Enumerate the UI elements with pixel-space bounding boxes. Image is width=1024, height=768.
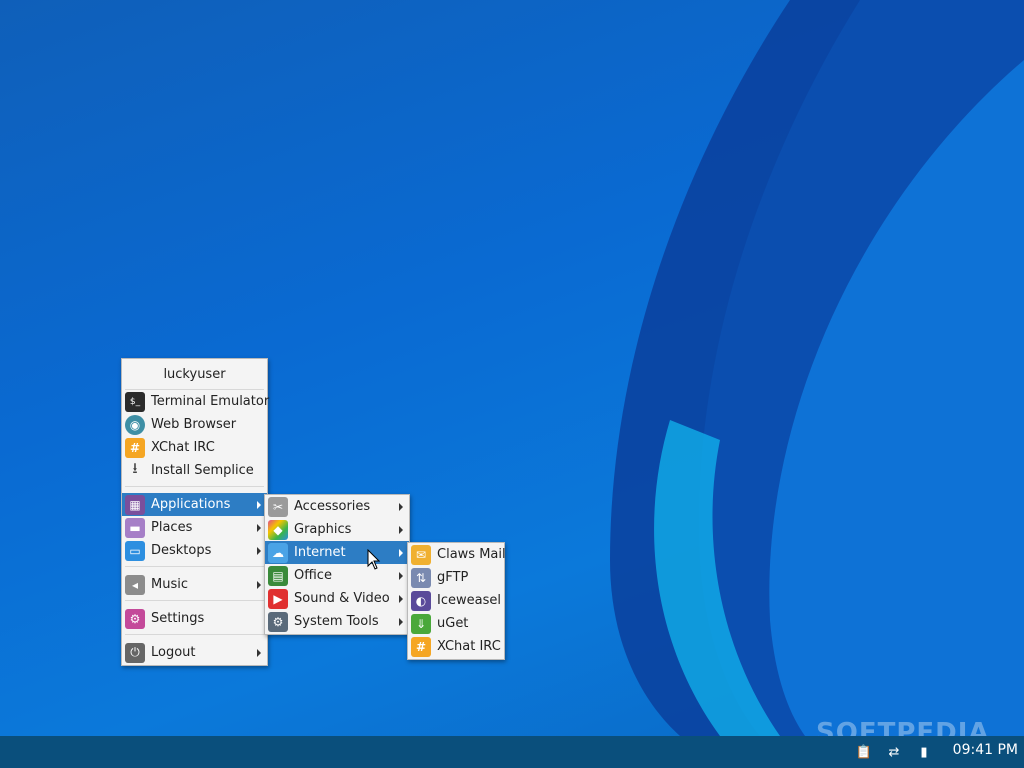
menu-item-internet[interactable]: ☁ Internet [265, 541, 409, 564]
submenu-arrow-icon [257, 580, 261, 589]
menu-item-label: Internet [294, 545, 346, 560]
menu-item-xchat-irc[interactable]: # XChat IRC [122, 436, 267, 459]
menu-item-applications[interactable]: ▦ Applications [122, 493, 267, 516]
xchat-icon: # [411, 636, 431, 657]
menu-item-accessories[interactable]: ✂ Accessories [265, 495, 409, 518]
office-icon: ▤ [268, 565, 288, 586]
menu-item-system-tools[interactable]: ⚙ System Tools [265, 610, 409, 633]
menu-item-label: Install Semplice [151, 463, 254, 478]
menu-item-label: Graphics [294, 522, 352, 537]
menu-item-label: uGet [437, 616, 469, 631]
menu-item-music[interactable]: ◂ Music [122, 573, 267, 596]
submenu-arrow-icon [399, 594, 403, 603]
menu-separator [125, 634, 264, 635]
menu-item-terminal-emulator[interactable]: $_ Terminal Emulator [122, 390, 270, 413]
claws-mail-icon: ✉ [411, 544, 431, 565]
internet-submenu: ✉ Claws Mail ⇅ gFTP ◐ Iceweasel ⇓ uGet #… [407, 542, 506, 660]
install-icon: ⭳ [132, 459, 138, 477]
terminal-icon: $_ [125, 391, 145, 412]
menu-item-label: gFTP [437, 570, 469, 585]
menu-item-iceweasel[interactable]: ◐ Iceweasel [408, 589, 504, 612]
submenu-arrow-icon [257, 648, 261, 657]
submenu-arrow-icon [257, 546, 261, 555]
menu-item-claws-mail[interactable]: ✉ Claws Mail [408, 543, 506, 566]
uget-icon: ⇓ [411, 613, 431, 634]
menu-item-settings[interactable]: ⚙ Settings [122, 607, 267, 630]
submenu-arrow-icon [399, 548, 403, 557]
places-icon: ▬ [125, 517, 145, 538]
network-icon[interactable]: ⇄ [885, 743, 903, 761]
menu-item-desktops[interactable]: ▭ Desktops [122, 539, 267, 562]
submenu-arrow-icon [399, 617, 403, 626]
menu-item-install-semplice[interactable]: ⭳ Install Semplice [122, 459, 267, 482]
internet-icon: ☁ [268, 542, 288, 563]
menu-item-xchat-irc-internet[interactable]: # XChat IRC [408, 635, 504, 658]
settings-icon: ⚙ [125, 608, 145, 629]
applications-icon: ▦ [125, 494, 145, 515]
menu-item-label: Terminal Emulator [151, 394, 270, 409]
taskbar-panel: 📋 ⇄ ▮ 09:41 PM [0, 736, 1024, 768]
iceweasel-icon: ◐ [411, 590, 431, 611]
main-menu: luckyuser $_ Terminal Emulator ◉ Web Bro… [121, 358, 270, 666]
submenu-arrow-icon [257, 500, 261, 509]
menu-item-label: Applications [151, 497, 231, 512]
menu-username: luckyuser [163, 366, 226, 382]
submenu-arrow-icon [399, 571, 403, 580]
menu-item-graphics[interactable]: ◆ Graphics [265, 518, 409, 541]
menu-item-label: Sound & Video [294, 591, 390, 606]
panel-clock[interactable]: 09:41 PM [953, 742, 1018, 758]
menu-item-label: Desktops [151, 543, 212, 558]
menu-separator [125, 566, 264, 567]
menu-item-uget[interactable]: ⇓ uGet [408, 612, 504, 635]
menu-item-label: Iceweasel [437, 593, 501, 608]
menu-item-logout[interactable]: ⏻ Logout [122, 641, 267, 664]
submenu-arrow-icon [257, 523, 261, 532]
music-icon: ◂ [125, 574, 145, 595]
menu-item-sound-video[interactable]: ▶ Sound & Video [265, 587, 409, 610]
submenu-arrow-icon [399, 502, 403, 511]
menu-item-label: Web Browser [151, 417, 237, 432]
accessories-icon: ✂ [268, 496, 288, 517]
battery-icon[interactable]: ▮ [915, 743, 933, 761]
menu-separator [125, 486, 264, 487]
desktops-icon: ▭ [125, 540, 145, 561]
menu-item-label: Settings [151, 611, 205, 626]
clipboard-icon[interactable]: 📋 [855, 743, 873, 761]
logout-icon: ⏻ [125, 642, 145, 663]
menu-item-label: Places [151, 520, 193, 535]
browser-icon: ◉ [125, 414, 145, 435]
menu-item-places[interactable]: ▬ Places [122, 516, 267, 539]
xchat-icon: # [125, 437, 145, 458]
menu-item-label: Logout [151, 645, 196, 660]
mouse-cursor-icon [367, 549, 381, 570]
menu-item-web-browser[interactable]: ◉ Web Browser [122, 413, 267, 436]
menu-item-label: System Tools [294, 614, 379, 629]
menu-item-label: Office [294, 568, 332, 583]
menu-item-label: XChat IRC [151, 440, 215, 455]
graphics-icon: ◆ [268, 519, 288, 540]
menu-item-label: Music [151, 577, 188, 592]
submenu-arrow-icon [399, 525, 403, 534]
applications-submenu: ✂ Accessories ◆ Graphics ☁ Internet ▤ Of… [264, 494, 410, 635]
menu-item-gftp[interactable]: ⇅ gFTP [408, 566, 504, 589]
menu-item-label: Accessories [294, 499, 371, 514]
menu-item-office[interactable]: ▤ Office [265, 564, 409, 587]
menu-separator [125, 600, 264, 601]
sound-video-icon: ▶ [268, 588, 288, 609]
menu-item-label: Claws Mail [437, 547, 506, 562]
gftp-icon: ⇅ [411, 567, 431, 588]
system-tools-icon: ⚙ [268, 611, 288, 632]
menu-item-label: XChat IRC [437, 639, 501, 654]
